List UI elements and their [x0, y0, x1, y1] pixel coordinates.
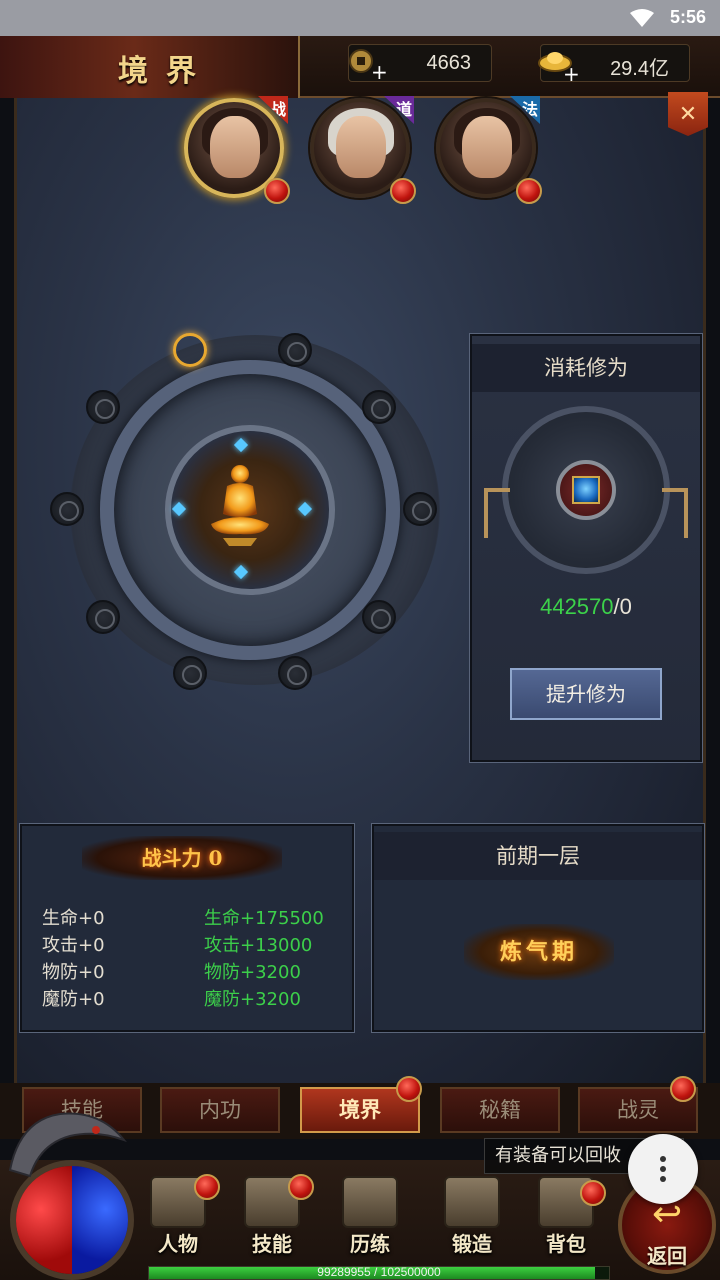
- realm-layer-panel: 前期一层 炼气期: [371, 823, 705, 1033]
- status-time: 5:56: [669, 7, 706, 27]
- realm-node[interactable]: [50, 492, 84, 526]
- realm-node[interactable]: [278, 656, 312, 690]
- realm-node[interactable]: [362, 390, 396, 424]
- copper-value: 4663: [426, 52, 472, 74]
- svg-text:+: +: [563, 62, 579, 85]
- avatar: [336, 116, 386, 178]
- gold-ingot-plus-icon: +: [538, 52, 579, 85]
- nav-label: 历练: [350, 1232, 390, 1256]
- experience-text: 99289955 / 102500000: [317, 1265, 441, 1279]
- coin-plus-icon: +: [349, 49, 387, 84]
- page-title: 境界: [118, 54, 214, 89]
- more-dots-icon: [660, 1156, 666, 1162]
- next-stat: 物防+3200: [204, 962, 301, 983]
- frame-ornament: [484, 488, 510, 538]
- avatar: [462, 116, 512, 178]
- combat-power-label: 战斗力: [141, 846, 202, 870]
- realm-node[interactable]: [86, 390, 120, 424]
- nav-label: 背包: [546, 1232, 586, 1256]
- current-stat: 生命+0: [42, 908, 105, 929]
- character-tab-mage[interactable]: 法: [436, 96, 542, 204]
- character-tab-taoist[interactable]: 道: [310, 96, 416, 204]
- experience-bar: 99289955 / 102500000: [148, 1265, 610, 1280]
- svg-text:+: +: [371, 60, 387, 84]
- layer-title: 前期一层: [374, 832, 702, 880]
- nav-label: 技能: [252, 1232, 292, 1256]
- nav-label: 锻造: [452, 1232, 492, 1256]
- nav-forge[interactable]: 锻造: [432, 1170, 512, 1260]
- cost-panel: 消耗修为 442570/0 提升修为: [469, 333, 703, 763]
- tab-secret-books[interactable]: 秘籍: [440, 1087, 560, 1133]
- alert-dot-icon: [516, 178, 542, 204]
- back-label: 返回: [647, 1244, 687, 1268]
- top-header: 境界 + 4663 + 29.4亿: [0, 36, 720, 98]
- character-tab-warrior[interactable]: 战: [184, 96, 290, 204]
- cost-current: 442570: [540, 594, 614, 619]
- status-bar: 5:56: [0, 0, 720, 36]
- alert-dot-icon: [580, 1180, 606, 1206]
- more-options-button[interactable]: [628, 1134, 698, 1204]
- current-stat: 物防+0: [42, 962, 105, 983]
- next-stat: 生命+175500: [204, 908, 324, 929]
- page-title-plate: 境界: [0, 36, 300, 98]
- meditating-figure-icon[interactable]: [205, 462, 275, 548]
- wifi-icon: [630, 9, 654, 27]
- current-stat: 魔防+0: [42, 989, 105, 1010]
- next-stat: 攻击+13000: [204, 935, 313, 956]
- tab-inner-power[interactable]: 内功: [160, 1087, 280, 1133]
- stage-name-badge: 炼气期: [464, 924, 614, 980]
- copper-currency[interactable]: + 4663: [348, 44, 492, 84]
- combat-power-banner: 战斗力 0: [82, 836, 282, 880]
- close-button[interactable]: ✕: [668, 92, 708, 136]
- next-stat: 魔防+3200: [204, 989, 301, 1010]
- hp-orb: [16, 1166, 78, 1274]
- sword-icon: [342, 1176, 398, 1228]
- anvil-icon: [444, 1176, 500, 1228]
- cultivation-item[interactable]: [556, 460, 616, 520]
- combat-power-value: 0: [208, 846, 223, 870]
- alert-dot-icon: [670, 1076, 696, 1102]
- gold-currency[interactable]: + 29.4亿: [538, 44, 690, 85]
- alert-dot-icon: [390, 178, 416, 204]
- more-dots-icon: [660, 1166, 666, 1172]
- gold-value: 29.4亿: [610, 58, 669, 80]
- cost-value: 442570/0: [472, 594, 700, 620]
- upgrade-cultivation-button[interactable]: 提升修为: [510, 668, 662, 720]
- power-stats-panel: 战斗力 0 生命+0 生命+175500 攻击+0 攻击+13000 物防+0 …: [19, 823, 355, 1033]
- realm-node[interactable]: [362, 600, 396, 634]
- realm-node[interactable]: [86, 600, 120, 634]
- nav-training[interactable]: 历练: [330, 1170, 410, 1260]
- alert-dot-icon: [396, 1076, 422, 1102]
- alert-dot-icon: [264, 178, 290, 204]
- nav-bag[interactable]: 背包: [526, 1170, 606, 1260]
- nav-character[interactable]: 人物: [138, 1170, 220, 1260]
- nav-label: 人物: [158, 1232, 198, 1256]
- alert-dot-icon: [194, 1174, 220, 1200]
- realm-node[interactable]: [173, 656, 207, 690]
- cost-title: 消耗修为: [472, 344, 700, 392]
- close-icon: ✕: [678, 101, 698, 127]
- nav-skills[interactable]: 技能: [232, 1170, 314, 1260]
- realm-node-active[interactable]: [173, 333, 207, 367]
- alert-dot-icon: [288, 1174, 314, 1200]
- more-dots-icon: [660, 1176, 666, 1182]
- cost-required: 0: [619, 594, 632, 619]
- avatar: [210, 116, 260, 178]
- mp-orb: [72, 1166, 128, 1274]
- realm-node[interactable]: [278, 333, 312, 367]
- realm-node[interactable]: [403, 492, 437, 526]
- current-stat: 攻击+0: [42, 935, 105, 956]
- frame-ornament: [662, 488, 688, 538]
- cultivation-orb-icon: [572, 476, 600, 504]
- dragon-ornament-icon: [8, 1112, 127, 1178]
